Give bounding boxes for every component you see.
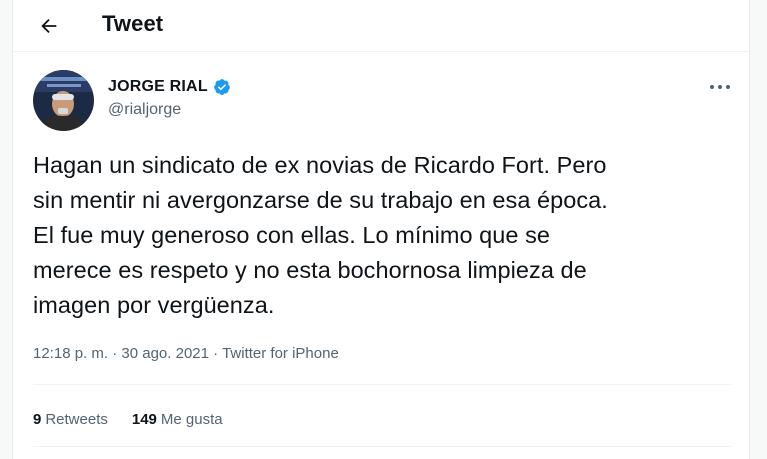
tweet-date[interactable]: 30 ago. 2021 [121,345,209,362]
tweet-time[interactable]: 12:18 p. m. [33,345,108,362]
tweet-source[interactable]: Twitter for iPhone [222,345,339,362]
top-bar: Tweet [13,0,749,52]
author-handle[interactable]: @rialjorge [108,101,181,119]
retweets-count: 9 [33,411,42,428]
tweet-meta: 12:18 p. m. · 30 ago. 2021 · Twitter for… [33,345,339,362]
divider [33,384,731,385]
likes-stat[interactable]: 149 Me gusta [132,411,223,428]
likes-label: Me gusta [160,411,223,428]
page-title: Tweet [102,11,164,36]
verified-badge-icon [213,79,230,95]
more-options-button[interactable] [707,78,733,96]
author-name-link[interactable]: JORGE RIAL [108,78,231,96]
likes-count: 149 [131,411,157,428]
tweet-card: Tweet JORGE RIAL @rialjorge Hagan un sin… [12,0,750,459]
divider [33,446,731,447]
tweet-text: Hagan un sindicato de ex novias de Ricar… [33,152,608,318]
avatar[interactable] [33,70,94,131]
author-name: JORGE RIAL [108,78,208,95]
avatar-image [33,70,94,131]
retweets-label: Retweets [45,411,108,428]
retweets-stat[interactable]: 9 Retweets [33,411,108,428]
tweet-stats: 9 Retweets 149 Me gusta [33,411,223,428]
arrow-left-icon [41,18,57,34]
back-button[interactable] [33,10,65,42]
more-dots-icon [710,85,730,89]
